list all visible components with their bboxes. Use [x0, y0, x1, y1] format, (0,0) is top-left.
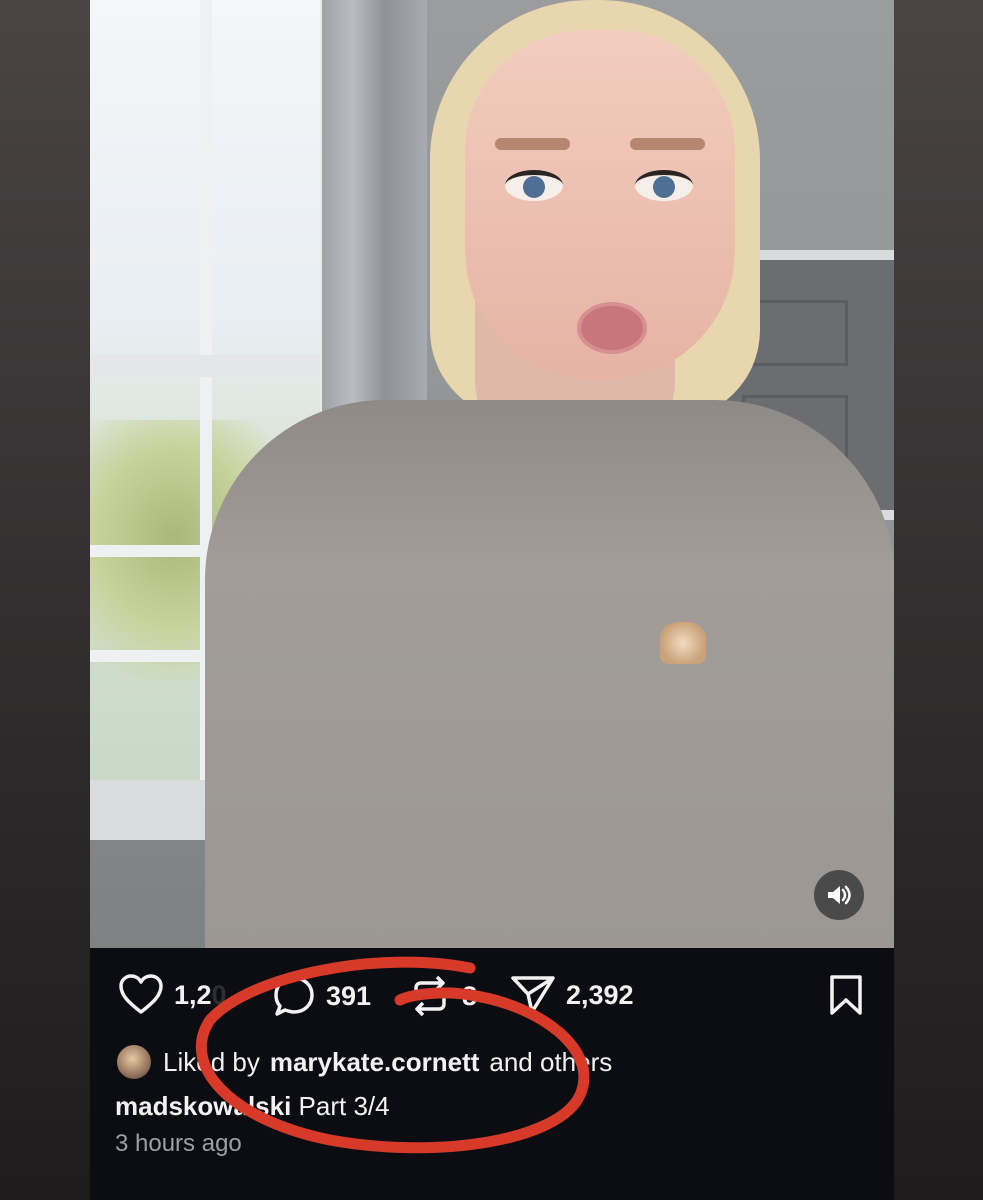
- repost-count: 8: [462, 980, 478, 1011]
- post-action-bar: 1,20 391 8 2,392: [90, 960, 894, 1030]
- bookmark-button[interactable]: [828, 974, 864, 1021]
- bookmark-icon: [830, 975, 862, 1015]
- comment-button[interactable]: 391: [272, 974, 371, 1018]
- liked-by-username[interactable]: marykate.cornett: [270, 1047, 480, 1078]
- post-timestamp: 3 hours ago: [115, 1130, 242, 1157]
- post-caption-block: Liked by marykate.cornett and others mad…: [115, 1040, 875, 1128]
- like-count-tail: 0: [211, 979, 227, 1010]
- avatar[interactable]: [115, 1043, 153, 1081]
- like-count: 1,20: [174, 979, 227, 1010]
- caption-username[interactable]: madskowalski: [115, 1091, 291, 1121]
- like-button[interactable]: 1,20: [118, 974, 227, 1016]
- bow-necklace: [660, 622, 706, 664]
- video-player[interactable]: [90, 0, 894, 948]
- liked-by-prefix: Liked by: [163, 1046, 260, 1077]
- caption-line: madskowalski Part 3/4: [115, 1084, 875, 1128]
- comment-bubble-icon: [274, 976, 314, 1016]
- left-backdrop: [0, 0, 90, 1200]
- liked-by-suffix: and others: [489, 1046, 613, 1077]
- heart-icon: [119, 974, 163, 1014]
- repost-button[interactable]: 8: [408, 974, 477, 1018]
- share-button[interactable]: 2,392: [510, 974, 634, 1016]
- video-subject: [205, 0, 894, 948]
- share-count: 2,392: [566, 979, 634, 1010]
- liked-by-line: Liked by marykate.cornett and others: [115, 1040, 875, 1084]
- right-backdrop: [894, 0, 983, 1200]
- comment-count: 391: [326, 980, 372, 1011]
- sound-toggle-button[interactable]: [814, 870, 864, 920]
- threads-post: 1,20 391 8 2,392 Liked by marykate.corne…: [90, 0, 894, 1200]
- send-icon: [511, 976, 555, 1014]
- repost-icon: [414, 975, 446, 1017]
- caption-text: Part 3/4: [298, 1091, 390, 1121]
- speaker-icon: [828, 885, 851, 905]
